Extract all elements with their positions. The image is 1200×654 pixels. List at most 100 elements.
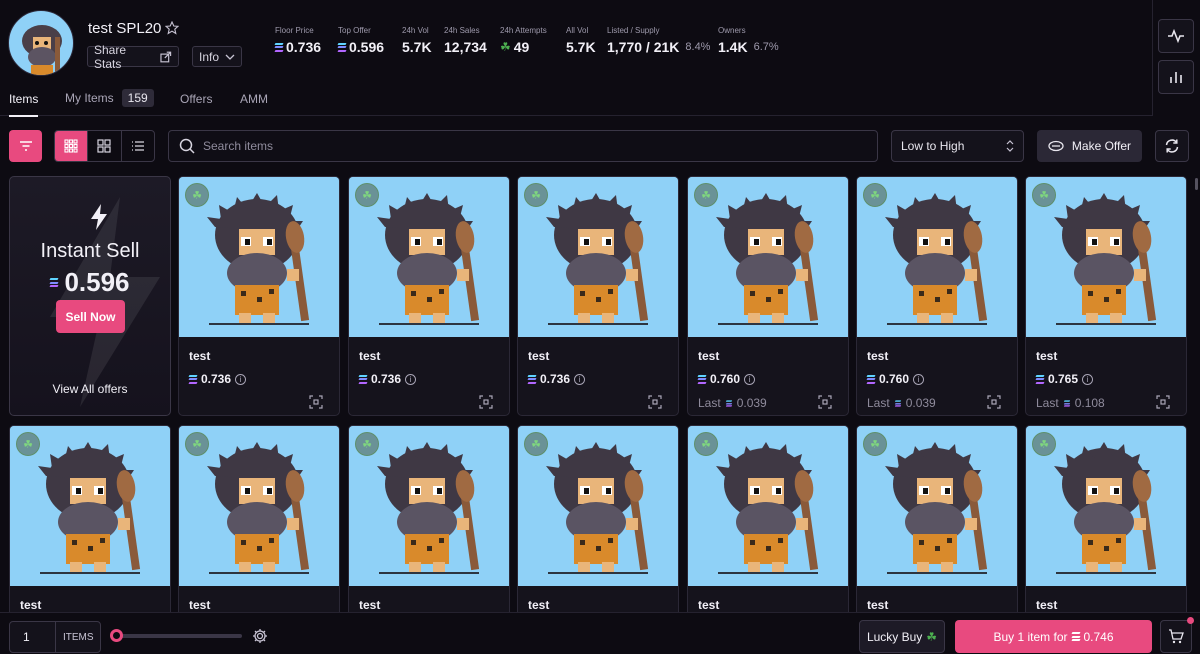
collection-title: test SPL20 xyxy=(88,20,162,37)
item-price-value: 0.760 xyxy=(879,372,910,386)
gear-icon[interactable] xyxy=(252,628,268,644)
scan-icon[interactable] xyxy=(1156,395,1170,409)
sol-icon xyxy=(274,42,284,52)
scan-icon[interactable] xyxy=(987,395,1001,409)
bolt-icon xyxy=(91,204,107,230)
grid-icon xyxy=(97,139,112,153)
buy-button[interactable]: Buy 1 item for 0.746 xyxy=(955,620,1152,653)
search-input[interactable] xyxy=(203,139,843,153)
info-icon[interactable]: i xyxy=(405,373,417,385)
slider-thumb[interactable] xyxy=(110,629,123,642)
item-card[interactable]: ☘ test 0.736 i xyxy=(178,176,340,416)
instant-sell-title: Instant Sell xyxy=(40,240,140,262)
search-bar xyxy=(168,130,878,162)
item-card[interactable]: ☘ test 0.765 i Last 0.108 xyxy=(1025,176,1187,416)
bar-chart-icon xyxy=(1170,72,1182,83)
info-label: Info xyxy=(199,49,220,64)
scan-icon[interactable] xyxy=(648,395,662,409)
cart-notification-dot xyxy=(1187,617,1194,624)
stat-percent: 8.4% xyxy=(685,41,711,53)
make-offer-button[interactable]: Make Offer xyxy=(1037,130,1142,162)
info-icon[interactable]: i xyxy=(744,373,756,385)
cart-button[interactable] xyxy=(1160,617,1194,653)
item-name: test xyxy=(189,598,211,612)
tab-offers[interactable]: Offers xyxy=(180,92,212,106)
share-stats-button[interactable]: Share Stats xyxy=(87,43,179,71)
sol-icon xyxy=(1063,399,1070,407)
refresh-icon xyxy=(1165,139,1179,153)
stat-value: 12,734 xyxy=(444,39,487,55)
clover-badge-icon: ☘ xyxy=(863,183,887,207)
clover-badge-icon: ☘ xyxy=(1032,183,1056,207)
clover-icon: ☘ xyxy=(926,629,938,644)
stat-value: 49 xyxy=(513,39,530,55)
item-name: test xyxy=(359,349,381,363)
last-sale-value: 0.039 xyxy=(905,396,936,410)
scan-icon[interactable] xyxy=(309,395,323,409)
item-card[interactable]: ☘ test 0.736 i xyxy=(348,176,510,416)
refresh-button[interactable] xyxy=(1155,130,1189,162)
stat-value: 5.7K xyxy=(566,39,596,55)
quantity-slider[interactable] xyxy=(110,629,242,642)
stat-value: 0.596 xyxy=(349,39,385,55)
stat-floor-price: Floor Price 0.736 xyxy=(274,26,322,55)
clover-badge-icon: ☘ xyxy=(185,183,209,207)
tab-label: AMM xyxy=(240,92,268,106)
view-all-offers-link[interactable]: View All offers xyxy=(10,382,170,396)
offer-icon xyxy=(1048,140,1064,152)
activity-button[interactable] xyxy=(1158,19,1194,53)
item-card[interactable]: ☘ test 0.736 i xyxy=(517,176,679,416)
sort-select[interactable]: Low to High xyxy=(891,130,1024,162)
item-price: 0.736 i xyxy=(527,372,586,386)
sol-icon xyxy=(697,374,707,384)
tab-my-items[interactable]: My Items 159 xyxy=(65,89,154,107)
filter-icon xyxy=(19,141,32,151)
stat-label: Listed / Supply xyxy=(607,26,660,35)
scrollbar[interactable] xyxy=(1195,178,1198,190)
list-icon xyxy=(131,141,144,151)
item-card[interactable]: ☘ test 0.760 i Last 0.039 xyxy=(856,176,1018,416)
clover-badge-icon: ☘ xyxy=(1032,432,1056,456)
scan-icon[interactable] xyxy=(479,395,493,409)
info-icon[interactable]: i xyxy=(574,373,586,385)
last-prefix: Last xyxy=(1036,396,1059,410)
stat-label: Owners xyxy=(718,26,746,35)
filter-button[interactable] xyxy=(9,130,42,162)
info-icon[interactable]: i xyxy=(235,373,247,385)
item-price-value: 0.760 xyxy=(710,372,741,386)
clover-badge-icon: ☘ xyxy=(355,432,379,456)
scan-icon[interactable] xyxy=(818,395,832,409)
view-list-button[interactable] xyxy=(122,131,154,161)
sol-icon xyxy=(1035,374,1045,384)
collection-header: test SPL20 Share Stats Info Floor Price … xyxy=(0,0,1152,82)
analytics-button[interactable] xyxy=(1158,60,1194,94)
item-last-sale: Last 0.108 xyxy=(1036,396,1105,410)
search-icon xyxy=(179,138,195,154)
item-price: 0.760 i xyxy=(866,372,925,386)
info-icon[interactable]: i xyxy=(913,373,925,385)
item-price-value: 0.736 xyxy=(201,372,232,386)
stat-24h-vol: 24h Vol 5.7K xyxy=(402,26,432,55)
quantity-input[interactable]: 1 xyxy=(10,622,56,652)
last-sale-value: 0.108 xyxy=(1074,396,1105,410)
item-card[interactable]: ☘ test 0.760 i Last 0.039 xyxy=(687,176,849,416)
item-name: test xyxy=(1036,598,1058,612)
view-grid-button[interactable] xyxy=(88,131,122,161)
stat-label: Top Offer xyxy=(338,26,371,35)
item-name: test xyxy=(867,349,889,363)
tab-amm[interactable]: AMM xyxy=(240,92,268,106)
lucky-buy-button[interactable]: Lucky Buy ☘ xyxy=(859,620,945,653)
item-name: test xyxy=(528,349,550,363)
info-icon[interactable]: i xyxy=(1082,373,1094,385)
star-icon[interactable] xyxy=(165,21,179,35)
info-dropdown[interactable]: Info xyxy=(192,46,242,67)
sell-now-button[interactable]: Sell Now xyxy=(56,300,125,333)
quantity-stepper[interactable]: 1 ITEMS xyxy=(9,621,101,653)
view-grid-dense-button[interactable] xyxy=(55,131,89,161)
collection-avatar xyxy=(8,10,74,76)
tab-items[interactable]: Items xyxy=(9,92,39,117)
item-price: 0.736 i xyxy=(358,372,417,386)
item-price: 0.736 i xyxy=(188,372,247,386)
stat-label: 24h Vol xyxy=(402,26,429,35)
stat-value: 0.736 xyxy=(286,39,322,55)
